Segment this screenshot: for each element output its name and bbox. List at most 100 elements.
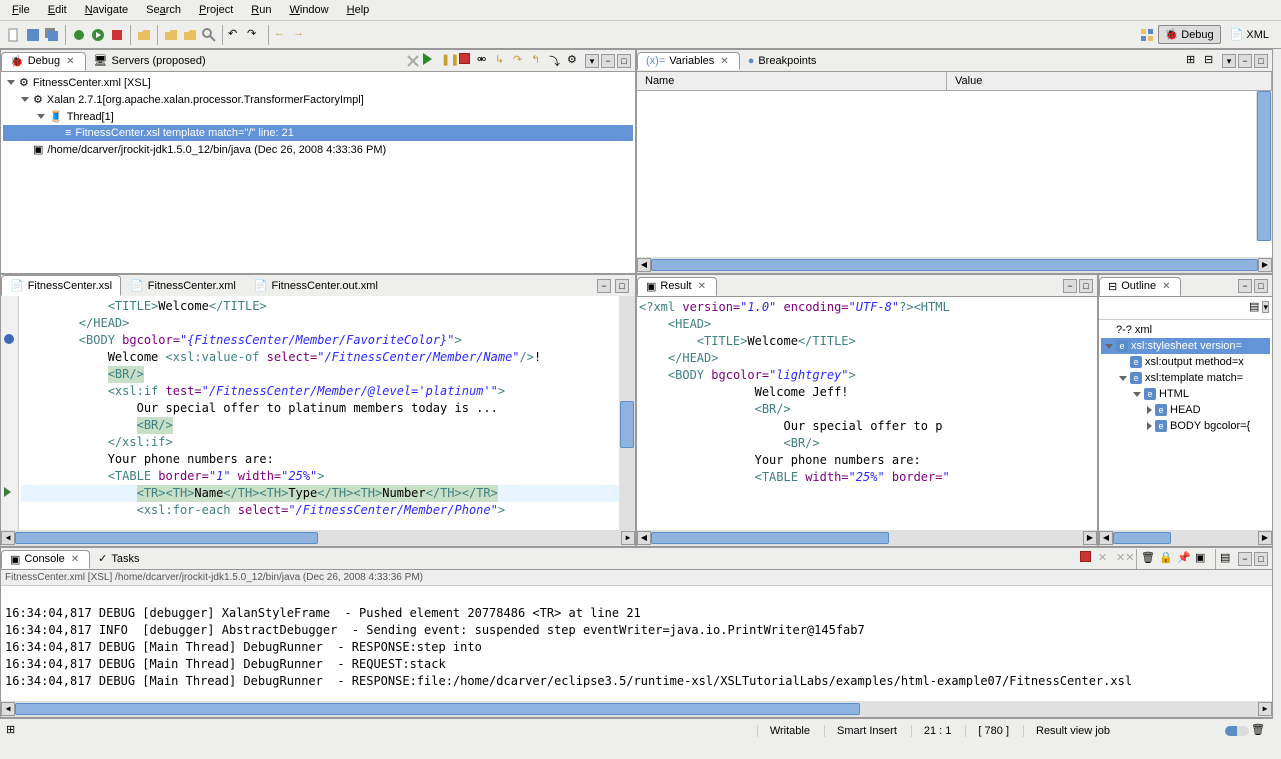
scrollbar-horizontal[interactable]: ◀▶ bbox=[1, 530, 635, 546]
expander-icon[interactable] bbox=[1133, 392, 1141, 397]
maximize-icon[interactable]: □ bbox=[1254, 54, 1268, 68]
folder-icon[interactable] bbox=[163, 27, 179, 43]
back-icon[interactable]: ← bbox=[274, 27, 290, 43]
menu-help[interactable]: Help bbox=[339, 2, 378, 18]
scroll-right-icon[interactable]: ▶ bbox=[1258, 531, 1272, 545]
menu-window[interactable]: Window bbox=[281, 2, 336, 18]
console-body[interactable]: 16:34:04,817 DEBUG [debugger] XalanStyle… bbox=[1, 586, 1272, 717]
scroll-left-icon[interactable]: ◀ bbox=[637, 258, 651, 272]
maximize-icon[interactable]: □ bbox=[1079, 279, 1093, 293]
folder-nav-icon[interactable] bbox=[182, 27, 198, 43]
forward-icon[interactable]: → bbox=[293, 27, 309, 43]
minimize-icon[interactable]: − bbox=[1063, 279, 1077, 293]
expander-icon[interactable] bbox=[1105, 344, 1113, 349]
prev-annotation-icon[interactable]: ↶ bbox=[228, 27, 244, 43]
maximize-icon[interactable]: □ bbox=[617, 54, 631, 68]
next-annotation-icon[interactable]: ↷ bbox=[247, 27, 263, 43]
menu-project[interactable]: Project bbox=[191, 2, 241, 18]
gc-icon[interactable]: 🗑 bbox=[1251, 723, 1267, 739]
tree-row[interactable]: ⚙Xalan 2.7.1[org.apache.xalan.processor.… bbox=[3, 91, 633, 108]
close-icon[interactable]: ✕ bbox=[718, 56, 730, 67]
open-console-icon[interactable]: ▤ bbox=[1220, 551, 1236, 567]
pin-console-icon[interactable]: 📌 bbox=[1177, 551, 1193, 567]
outline-row-selected[interactable]: exsl:stylesheet version= bbox=[1101, 338, 1270, 354]
step-return-icon[interactable]: ↰ bbox=[531, 53, 547, 69]
scroll-right-icon[interactable]: ▶ bbox=[1083, 531, 1097, 545]
minimize-icon[interactable]: − bbox=[1238, 552, 1252, 566]
step-into-icon[interactable]: ↳ bbox=[495, 53, 511, 69]
tree-row-selected[interactable]: ≡FitnessCenter.xsl template match="/" li… bbox=[3, 125, 633, 141]
expander-icon[interactable] bbox=[21, 97, 29, 102]
suspend-icon[interactable]: ❚❚ bbox=[441, 53, 457, 69]
scrollbar-vertical[interactable] bbox=[1256, 91, 1272, 241]
minimize-icon[interactable]: − bbox=[1238, 279, 1252, 293]
terminate-icon[interactable] bbox=[1080, 551, 1096, 567]
perspective-xml[interactable]: 📄 XML bbox=[1224, 26, 1275, 43]
save-icon[interactable] bbox=[25, 27, 41, 43]
minimize-icon[interactable]: − bbox=[1238, 54, 1252, 68]
menu-run[interactable]: Run bbox=[243, 2, 279, 18]
result-body[interactable]: <?xml version="1.0" encoding="UTF-8"?><H… bbox=[637, 297, 1097, 546]
outline-row[interactable]: eHTML bbox=[1101, 386, 1270, 402]
remove-terminated-icon[interactable] bbox=[405, 53, 421, 69]
close-icon[interactable]: ✕ bbox=[1160, 281, 1172, 292]
filter-icon[interactable]: ▤ bbox=[1243, 300, 1259, 316]
view-menu-icon[interactable]: ▾ bbox=[585, 54, 599, 68]
editor-body[interactable]: <TITLE>Welcome</TITLE> </HEAD> <BODY bgc… bbox=[1, 296, 635, 546]
editor-gutter[interactable] bbox=[1, 296, 19, 546]
tab-outline[interactable]: ⊟ Outline ✕ bbox=[1099, 277, 1181, 296]
outline-row[interactable]: eHEAD bbox=[1101, 402, 1270, 418]
minimize-icon[interactable]: − bbox=[597, 279, 611, 293]
tree-row[interactable]: ▣/home/dcarver/jrockit-jdk1.5.0_12/bin/j… bbox=[3, 141, 633, 158]
maximize-icon[interactable]: □ bbox=[1254, 279, 1268, 293]
expander-icon[interactable] bbox=[1147, 422, 1152, 430]
expander-icon[interactable] bbox=[1119, 376, 1127, 381]
expander-icon[interactable] bbox=[1147, 406, 1152, 414]
scrollbar-horizontal[interactable]: ◀▶ bbox=[1, 701, 1272, 717]
tab-servers[interactable]: 🖥 Servers (proposed) bbox=[86, 52, 214, 69]
menu-navigate[interactable]: Navigate bbox=[77, 2, 136, 18]
display-console-icon[interactable]: ▣ bbox=[1195, 551, 1211, 567]
col-name[interactable]: Name bbox=[637, 72, 947, 90]
disconnect-icon[interactable]: ⚮ bbox=[477, 53, 493, 69]
show-types-icon[interactable]: ⊞ bbox=[1186, 53, 1202, 69]
editor-tab-xml[interactable]: 📄FitnessCenter.xml bbox=[121, 275, 245, 296]
maximize-icon[interactable]: □ bbox=[1254, 552, 1268, 566]
minimize-icon[interactable]: − bbox=[601, 54, 615, 68]
scroll-lock-icon[interactable]: 🔒 bbox=[1159, 551, 1175, 567]
outline-row[interactable]: exsl:template match= bbox=[1101, 370, 1270, 386]
breakpoint-marker-icon[interactable] bbox=[4, 334, 14, 344]
perspective-debug[interactable]: 🐞 Debug bbox=[1158, 25, 1221, 44]
menu-search[interactable]: Search bbox=[138, 2, 189, 18]
col-value[interactable]: Value bbox=[947, 72, 1272, 90]
step-filters-icon[interactable]: ⚙ bbox=[567, 53, 583, 69]
tab-breakpoints[interactable]: ● Breakpoints bbox=[740, 53, 825, 69]
menu-file[interactable]: File bbox=[4, 2, 38, 18]
remove-all-icon[interactable]: ✕✕ bbox=[1116, 551, 1132, 567]
scroll-left-icon[interactable]: ◀ bbox=[1, 702, 15, 716]
tab-result[interactable]: ▣ Result ✕ bbox=[637, 277, 717, 296]
outline-row[interactable]: eBODY bgcolor={ bbox=[1101, 418, 1270, 434]
expander-icon[interactable] bbox=[37, 114, 45, 119]
search-icon[interactable] bbox=[201, 27, 217, 43]
terminate-icon[interactable] bbox=[459, 53, 475, 69]
tab-debug[interactable]: 🐞 Debug ✕ bbox=[1, 52, 86, 71]
scroll-right-icon[interactable]: ▶ bbox=[1258, 702, 1272, 716]
remove-launch-icon[interactable]: ✕ bbox=[1098, 551, 1114, 567]
outline-row[interactable]: ?-?xml bbox=[1101, 322, 1270, 338]
editor-tab-outxml[interactable]: 📄FitnessCenter.out.xml bbox=[245, 275, 387, 296]
outline-row[interactable]: exsl:output method=x bbox=[1101, 354, 1270, 370]
tree-row[interactable]: ⚙FitnessCenter.xml [XSL] bbox=[3, 74, 633, 91]
menu-edit[interactable]: Edit bbox=[40, 2, 75, 18]
scroll-right-icon[interactable]: ▶ bbox=[621, 531, 635, 545]
close-icon[interactable]: ✕ bbox=[696, 281, 708, 292]
open-perspective-icon[interactable] bbox=[1139, 27, 1155, 43]
scroll-left-icon[interactable]: ◀ bbox=[1099, 531, 1113, 545]
tree-row[interactable]: 🧵Thread[1] bbox=[3, 108, 633, 125]
scroll-left-icon[interactable]: ◀ bbox=[637, 531, 651, 545]
run-icon[interactable] bbox=[90, 27, 106, 43]
close-icon[interactable]: ✕ bbox=[69, 554, 81, 565]
debug-tree[interactable]: ⚙FitnessCenter.xml [XSL] ⚙Xalan 2.7.1[or… bbox=[1, 72, 635, 160]
scroll-right-icon[interactable]: ▶ bbox=[1258, 258, 1272, 272]
outline-tree[interactable]: ?-?xml exsl:stylesheet version= exsl:out… bbox=[1099, 320, 1272, 436]
